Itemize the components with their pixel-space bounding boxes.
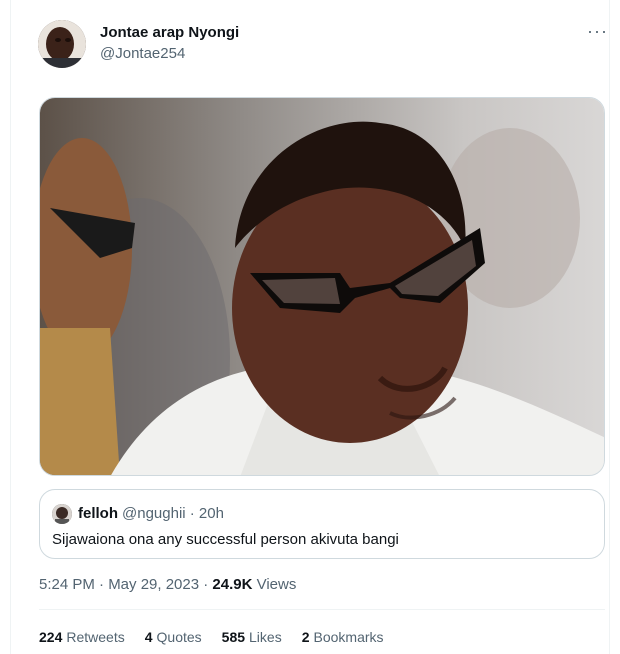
author-display-name[interactable]: Jontae arap Nyongi <box>100 24 239 41</box>
divider <box>39 609 605 610</box>
quoted-author-avatar <box>52 504 72 524</box>
likes-label: Likes <box>249 629 282 645</box>
stat-retweets[interactable]: 224 Retweets <box>39 629 125 645</box>
author-handle[interactable]: @Jontae254 <box>100 45 185 62</box>
views-count: 24.9K <box>212 576 253 593</box>
photo-man-with-glasses <box>40 98 604 475</box>
stat-quotes[interactable]: 4 Quotes <box>145 629 202 645</box>
quoted-tweet[interactable]: felloh @ngughii · 20h Sijawaiona ona any… <box>39 489 605 559</box>
engagement-stats: 224 Retweets 4 Quotes 585 Likes 2 Bookmarks <box>39 629 384 645</box>
stat-bookmarks[interactable]: 2 Bookmarks <box>302 629 384 645</box>
bookmarks-count: 2 <box>301 629 310 645</box>
author-avatar[interactable] <box>38 20 86 68</box>
retweets-label: Retweets <box>66 629 125 645</box>
views-label: Views <box>252 576 297 593</box>
quoted-tweet-text: Sijawaiona ona any successful person aki… <box>52 531 399 548</box>
tweet-meta: 5:24 PM · May 29, 2023 · 24.9K Views <box>39 576 296 593</box>
retweets-count: 224 <box>39 629 63 645</box>
stat-likes[interactable]: 585 Likes <box>222 629 282 645</box>
quotes-count: 4 <box>144 629 153 645</box>
quotes-label: Quotes <box>156 629 202 645</box>
quoted-display-name: felloh <box>78 505 118 522</box>
likes-count: 585 <box>221 629 246 645</box>
tweet-time-date[interactable]: 5:24 PM · May 29, 2023 · <box>39 576 212 593</box>
tweet-card: Jontae arap Nyongi @Jontae254 ··· felloh… <box>10 0 610 654</box>
bookmarks-label: Bookmarks <box>313 629 384 645</box>
quoted-handle-time: @ngughii · 20h <box>122 505 224 522</box>
more-dots-icon[interactable]: ··· <box>587 22 608 40</box>
tweet-photo[interactable] <box>39 97 605 476</box>
